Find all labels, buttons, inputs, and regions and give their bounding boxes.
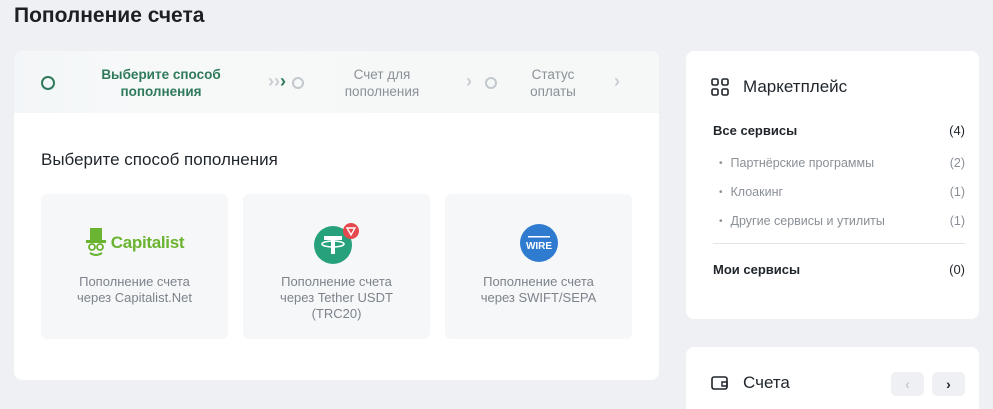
accounts-card: Счета ‹ › [686, 347, 979, 409]
chevron-left-icon: ‹ [905, 376, 910, 392]
prev-button[interactable]: ‹ [891, 372, 924, 396]
step-3-dot [485, 77, 497, 89]
method-description: Пополнение счета через Capitalist.Net [76, 274, 193, 305]
step-3-label: Статус оплаты [530, 67, 576, 99]
grid-icon [711, 78, 729, 96]
method-wire[interactable]: WIRE Пополнение счета через SWIFT/SEPA [445, 194, 632, 339]
section-title: Выберите способ пополнения [41, 150, 278, 169]
page-title: Пополнение счета [14, 4, 205, 27]
method-description: Пополнение счета через Tether USDT (TRC2… [280, 274, 393, 321]
step-2-label: Счет для пополнения [344, 67, 420, 99]
service-category-item[interactable]: Клоакинг (1) [713, 185, 965, 199]
step-2-dot [292, 77, 304, 89]
stepper: Выберите способ пополнения ›› › Счет для… [14, 51, 659, 113]
wire-logo-icon: WIRE [519, 224, 558, 262]
method-tether[interactable]: Пополнение счета через Tether USDT (TRC2… [243, 194, 430, 339]
method-description: Пополнение счета через SWIFT/SEPA [480, 274, 597, 305]
chevron-right-icon: ›› [268, 71, 280, 91]
tether-logo-icon [313, 223, 359, 264]
capitalist-wordmark: Capitalist [110, 233, 185, 252]
all-services-row[interactable]: Все сервисы (4) [713, 123, 965, 138]
my-services-row[interactable]: Мои сервисы (0) [713, 262, 965, 277]
chevron-right-icon: › [280, 71, 286, 91]
top-up-card: Выберите способ пополнения ›› › Счет для… [14, 51, 659, 380]
next-button[interactable]: › [932, 372, 965, 396]
marketplace-card: Маркетплейс Все сервисы (4) Партнёрские … [686, 51, 979, 319]
step-1-label[interactable]: Выберите способ пополнения [96, 66, 226, 100]
chevron-right-icon: › [466, 71, 472, 91]
service-category-item[interactable]: Другие сервисы и утилиты (1) [713, 214, 965, 228]
step-1-dot [41, 76, 55, 90]
service-category-item[interactable]: Партнёрские программы (2) [713, 156, 965, 170]
method-capitalist[interactable]: Capitalist Пополнение счета через Capita… [41, 194, 228, 339]
marketplace-title: Маркетплейс [743, 77, 848, 96]
wire-logo-text: WIRE [525, 241, 551, 252]
wallet-icon [711, 376, 728, 390]
chevron-right-icon: › [614, 71, 620, 91]
divider [713, 243, 965, 244]
capitalist-logo-icon [85, 228, 106, 256]
chevron-right-icon: › [946, 376, 951, 392]
accounts-title: Счета [743, 373, 790, 392]
